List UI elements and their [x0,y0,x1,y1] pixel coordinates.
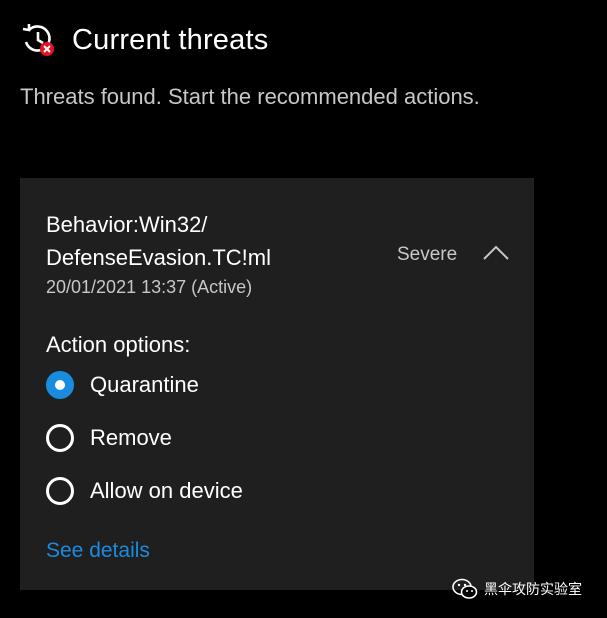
severity-label: Severe [397,244,458,265]
current-threats-page: Current threats Threats found. Start the… [0,0,607,618]
action-options-label: Action options: [46,332,191,357]
see-details-link[interactable]: See details [46,539,150,563]
threat-detected-date: 20/01/2021 13:37 (Active) [46,277,253,297]
option-allow-on-device[interactable]: Allow on device [46,477,243,505]
option-remove[interactable]: Remove [46,424,172,452]
threat-name: Behavior:Win32/ DefenseEvasion.TC!ml [46,208,346,274]
allow-on-device-radio[interactable] [46,477,74,505]
page-subtitle: Threats found. Start the recommended act… [20,84,480,109]
watermark: 黑伞攻防实验室 [452,578,582,600]
threat-name-line-1: Behavior:Win32/ [46,212,208,237]
quarantine-radio[interactable] [46,371,74,399]
threat-card: Behavior:Win32/ DefenseEvasion.TC!ml 20/… [20,178,534,590]
collapse-chevron-up-icon[interactable] [482,242,510,262]
page-title: Current threats [72,23,269,56]
header: Current threats [20,22,268,58]
option-quarantine[interactable]: Quarantine [46,371,199,399]
allow-on-device-label: Allow on device [90,478,243,503]
threat-name-line-2: DefenseEvasion.TC!ml [46,245,271,270]
wechat-icon [452,578,478,600]
threat-history-icon [20,22,56,58]
watermark-text: 黑伞攻防实验室 [484,581,582,597]
remove-label: Remove [90,425,172,450]
quarantine-label: Quarantine [90,372,199,397]
remove-radio[interactable] [46,424,74,452]
